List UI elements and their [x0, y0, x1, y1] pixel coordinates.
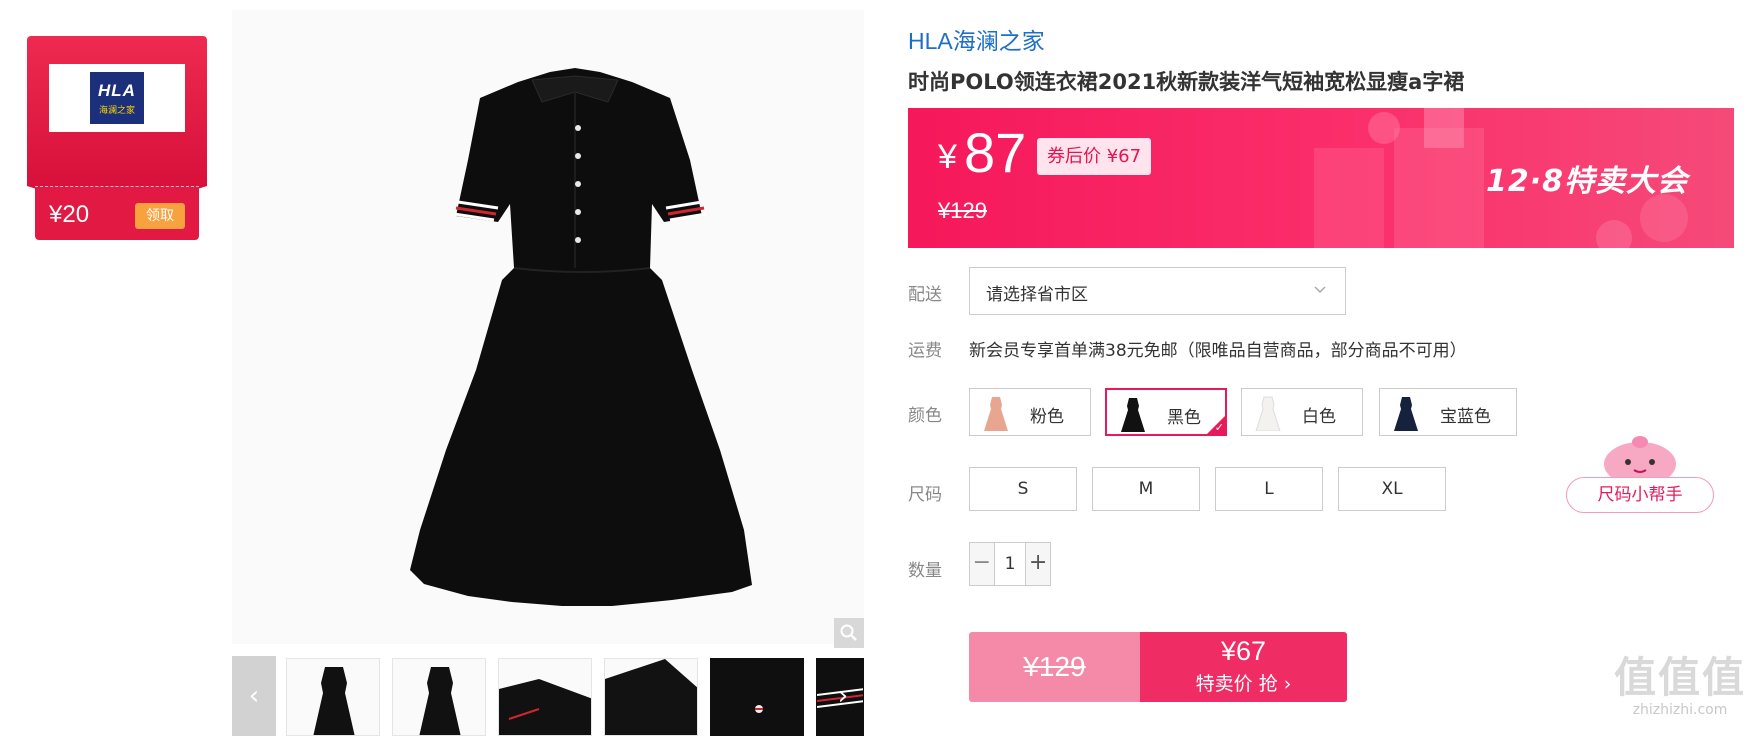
site-watermark: 值值值 zhizhizhi.com	[1606, 654, 1754, 734]
checkmark-icon: ✓	[1214, 421, 1224, 434]
mascot-icon	[1604, 436, 1676, 482]
color-swatch-image	[1121, 398, 1145, 432]
product-page: HLA 海澜之家 ¥20 领取 ‹ › HLA海澜之家 时尚POLO领连衣裙20…	[0, 0, 1756, 736]
size-label: 尺码	[908, 485, 942, 505]
chevron-down-icon	[1313, 282, 1327, 300]
region-select-text: 请选择省市区	[986, 285, 1088, 305]
brand-link[interactable]: HLA海澜之家	[908, 22, 1045, 56]
logo-text-en: HLA	[98, 80, 136, 100]
thumbnail-prev-button[interactable]: ‹	[232, 656, 276, 736]
thumbnail-5[interactable]	[710, 658, 804, 736]
color-swatch-image	[984, 397, 1008, 431]
claim-coupon-button[interactable]: 领取	[135, 203, 185, 229]
buy-original-price-text: ¥129	[1023, 651, 1086, 682]
quantity-decrease-button[interactable]: −	[970, 543, 994, 585]
quantity-label: 数量	[908, 561, 942, 581]
thumbnail-image	[419, 667, 461, 735]
product-title: 时尚POLO领连衣裙2021秋新款装洋气短袖宽松显瘦a字裙	[908, 70, 1465, 94]
size-helper-widget[interactable]: 尺码小帮手	[1566, 430, 1714, 515]
color-option-royal-blue[interactable]: 宝蓝色	[1379, 388, 1517, 436]
price-currency: ¥	[938, 138, 957, 176]
original-price: ¥129	[938, 198, 987, 223]
swatch-shape	[1394, 397, 1418, 431]
coupon-amount: ¥20	[49, 201, 90, 228]
thumbnail-image	[313, 667, 355, 735]
dress-image	[232, 10, 864, 644]
region-select[interactable]: 请选择省市区	[969, 267, 1346, 315]
coupon-footer: ¥20 领取	[35, 186, 199, 240]
thumbnail-3[interactable]	[498, 658, 592, 736]
size-option-xl[interactable]: XL	[1338, 467, 1446, 511]
color-option-label: 粉色	[1030, 407, 1064, 427]
color-label: 颜色	[908, 406, 942, 426]
thumbnail-2[interactable]	[392, 658, 486, 736]
store-coupon[interactable]: HLA 海澜之家 ¥20 领取	[27, 36, 207, 240]
quantity-input[interactable]: 1	[993, 543, 1027, 585]
zoom-button[interactable]	[834, 618, 864, 648]
current-price: 87	[964, 121, 1027, 184]
quantity-increase-button[interactable]: +	[1026, 543, 1050, 585]
thumbnail-next-button[interactable]: ›	[822, 656, 864, 736]
color-swatch-image	[1394, 397, 1418, 431]
thumbnail-1[interactable]	[286, 658, 380, 736]
thumbnail-image	[605, 659, 697, 735]
hla-logo-image: HLA 海澜之家	[90, 72, 144, 124]
price-banner: ¥ 87 券后价 ¥67 ¥129 12·8特卖大会	[908, 108, 1734, 248]
color-option-black[interactable]: 黑色 ✓	[1105, 388, 1227, 436]
size-option-s[interactable]: S	[969, 467, 1077, 511]
thumbnail-4[interactable]	[604, 658, 698, 736]
thumbnail-image	[499, 679, 591, 735]
color-swatch-image	[1255, 396, 1281, 431]
promo-event-label: 12·8特卖大会	[1485, 164, 1688, 199]
buy-sale-price: ¥67	[1220, 636, 1267, 666]
color-option-label: 黑色	[1167, 408, 1201, 428]
swatch-shape	[984, 397, 1008, 431]
color-option-label: 白色	[1302, 407, 1336, 427]
buy-button[interactable]: ¥129 ¥67 特卖价 抢 ›	[969, 632, 1347, 702]
coupon-price-badge: 券后价 ¥67	[1037, 138, 1152, 175]
delivery-label: 配送	[908, 285, 942, 305]
brand-logo: HLA 海澜之家	[49, 64, 185, 132]
quantity-stepper: − 1 +	[969, 542, 1051, 586]
buy-now-label: 特卖价 抢 ›	[1195, 673, 1292, 695]
swatch-shape	[1255, 396, 1281, 431]
color-option-pink[interactable]: 粉色	[969, 388, 1091, 436]
buy-original-price: ¥129	[969, 632, 1140, 702]
size-option-m[interactable]: M	[1092, 467, 1200, 511]
size-option-l[interactable]: L	[1215, 467, 1323, 511]
coupon-header: HLA 海澜之家	[27, 36, 207, 214]
main-product-image[interactable]	[232, 10, 864, 644]
thumbnail-image	[755, 705, 763, 713]
buy-now-button[interactable]: ¥67 特卖价 抢 ›	[1140, 632, 1347, 702]
shipping-info: 新会员专享首单满38元免邮（限唯品自营商品，部分商品不可用）	[969, 341, 1467, 361]
color-option-white[interactable]: 白色	[1241, 388, 1363, 436]
watermark-logo: 值值值	[1613, 653, 1746, 702]
shipping-label: 运费	[908, 341, 942, 361]
search-icon	[840, 624, 857, 641]
swatch-shape	[1121, 398, 1145, 432]
watermark-url: zhizhizhi.com	[1632, 702, 1728, 718]
size-helper-button[interactable]: 尺码小帮手	[1566, 477, 1714, 513]
logo-text-cn: 海澜之家	[98, 104, 135, 115]
color-option-label: 宝蓝色	[1440, 407, 1491, 427]
